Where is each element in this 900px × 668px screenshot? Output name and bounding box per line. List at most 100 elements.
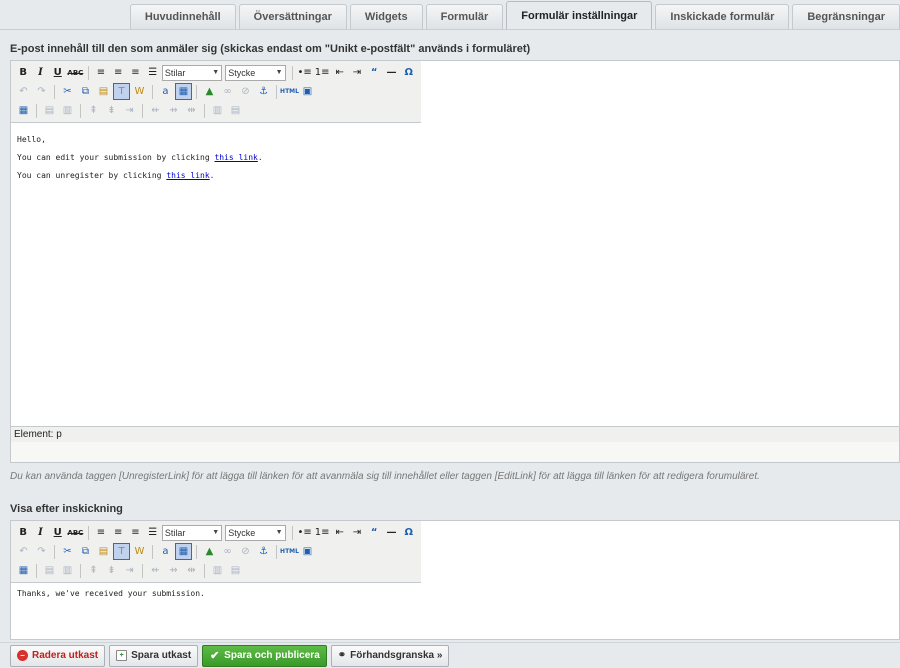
cut-icon[interactable]: ✂: [59, 543, 76, 560]
insert-image-icon[interactable]: ▲: [201, 83, 218, 100]
html-source-icon[interactable]: HTML: [280, 543, 299, 560]
html-source-icon[interactable]: HTML: [280, 83, 299, 100]
special-char-icon[interactable]: Ω: [401, 524, 417, 541]
indent-icon[interactable]: ⇥: [349, 524, 365, 541]
undo-icon[interactable]: ↶: [15, 83, 32, 100]
paste-word-icon[interactable]: W: [131, 543, 148, 560]
split-cells-icon[interactable]: ▥: [209, 102, 226, 119]
insert-col-before-icon[interactable]: ⇷: [147, 562, 164, 579]
undo-icon[interactable]: ↶: [15, 543, 32, 560]
format-select[interactable]: Stycke ▼: [225, 524, 286, 541]
tab-widgets[interactable]: Widgets: [349, 4, 423, 29]
unlink-icon[interactable]: ⊘: [237, 543, 254, 560]
after-submit-textarea[interactable]: Thanks, we've received your submission.: [11, 583, 899, 613]
tab-form-settings[interactable]: Formulär inställningar: [506, 1, 653, 29]
copy-icon[interactable]: ⧉: [77, 83, 94, 100]
redo-icon[interactable]: ↷: [33, 543, 50, 560]
outdent-icon[interactable]: ⇤: [332, 524, 348, 541]
paste-text-icon[interactable]: T: [113, 543, 130, 560]
horizontal-rule-icon[interactable]: —: [383, 524, 399, 541]
special-char-icon[interactable]: Ω: [401, 64, 417, 81]
table-cell-props-icon[interactable]: ▥: [59, 562, 76, 579]
bold-button[interactable]: B: [15, 64, 31, 81]
merge-cells-icon[interactable]: ▤: [227, 562, 244, 579]
horizontal-rule-icon[interactable]: —: [383, 64, 399, 81]
insert-col-after-icon[interactable]: ⇸: [165, 102, 182, 119]
email-content-textarea[interactable]: Hello, You can edit your submission by c…: [11, 123, 899, 426]
numbered-list-icon[interactable]: 1≡: [314, 524, 331, 541]
strikethrough-button[interactable]: ABC: [67, 64, 84, 81]
table-row-props-icon[interactable]: ▤: [41, 102, 58, 119]
bullet-list-icon[interactable]: •≡: [296, 64, 312, 81]
unregister-link[interactable]: this link: [166, 171, 209, 180]
styles-select[interactable]: Stilar ▼: [161, 524, 223, 541]
delete-col-icon[interactable]: ⇹: [183, 102, 200, 119]
table-row-props-icon[interactable]: ▤: [41, 562, 58, 579]
insert-row-after-icon[interactable]: ⇟: [103, 562, 120, 579]
align-right-icon[interactable]: ≡: [127, 64, 143, 81]
redo-icon[interactable]: ↷: [33, 83, 50, 100]
anchor-icon[interactable]: ⚓: [255, 543, 272, 560]
table-cell-props-icon[interactable]: ▥: [59, 102, 76, 119]
underline-button[interactable]: U: [50, 64, 66, 81]
select-all-icon[interactable]: a: [157, 83, 174, 100]
edit-link[interactable]: this link: [214, 153, 257, 162]
outdent-icon[interactable]: ⇤: [332, 64, 348, 81]
bold-button[interactable]: B: [15, 524, 31, 541]
insert-col-before-icon[interactable]: ⇷: [147, 102, 164, 119]
paste-icon[interactable]: ▤: [95, 543, 112, 560]
blockquote-icon[interactable]: “: [366, 524, 382, 541]
tab-restrictions[interactable]: Begränsningar: [792, 4, 900, 29]
italic-button[interactable]: I: [32, 64, 48, 81]
align-center-icon[interactable]: ≡: [110, 64, 126, 81]
table-icon[interactable]: ▦: [15, 102, 32, 119]
select-all-icon[interactable]: a: [157, 543, 174, 560]
underline-button[interactable]: U: [50, 524, 66, 541]
align-left-icon[interactable]: ≡: [93, 64, 109, 81]
link-icon[interactable]: ∞: [219, 543, 236, 560]
align-justify-icon[interactable]: ☰: [145, 524, 161, 541]
split-cells-icon[interactable]: ▥: [209, 562, 226, 579]
visual-aid-icon[interactable]: ▦: [175, 543, 192, 560]
fullscreen-icon[interactable]: ▣: [299, 83, 316, 100]
format-select[interactable]: Stycke ▼: [225, 64, 286, 81]
insert-row-before-icon[interactable]: ⇞: [85, 562, 102, 579]
paste-text-icon[interactable]: T: [113, 83, 130, 100]
align-justify-icon[interactable]: ☰: [145, 64, 161, 81]
delete-draft-button[interactable]: − Radera utkast: [10, 644, 106, 667]
delete-col-icon[interactable]: ⇹: [183, 562, 200, 579]
link-icon[interactable]: ∞: [219, 83, 236, 100]
cut-icon[interactable]: ✂: [59, 83, 76, 100]
visual-aid-icon[interactable]: ▦: [175, 83, 192, 100]
blockquote-icon[interactable]: “: [366, 64, 382, 81]
tab-translations[interactable]: Översättningar: [238, 4, 347, 29]
paste-word-icon[interactable]: W: [131, 83, 148, 100]
tab-main-content[interactable]: Huvudinnehåll: [129, 4, 236, 29]
preview-button[interactable]: ⚭ Förhandsgranska »: [330, 644, 450, 667]
indent-icon[interactable]: ⇥: [349, 64, 365, 81]
styles-select[interactable]: Stilar ▼: [161, 64, 223, 81]
insert-row-before-icon[interactable]: ⇞: [85, 102, 102, 119]
delete-row-icon[interactable]: ⇥: [121, 562, 138, 579]
strikethrough-button[interactable]: ABC: [67, 524, 84, 541]
bullet-list-icon[interactable]: •≡: [296, 524, 312, 541]
insert-col-after-icon[interactable]: ⇸: [165, 562, 182, 579]
align-center-icon[interactable]: ≡: [110, 524, 126, 541]
copy-icon[interactable]: ⧉: [77, 543, 94, 560]
tab-form[interactable]: Formulär: [425, 4, 504, 29]
editor-resize-area[interactable]: [11, 442, 899, 462]
delete-row-icon[interactable]: ⇥: [121, 102, 138, 119]
save-publish-button[interactable]: ✔ Spara och publicera: [202, 644, 327, 667]
insert-row-after-icon[interactable]: ⇟: [103, 102, 120, 119]
numbered-list-icon[interactable]: 1≡: [314, 64, 331, 81]
align-left-icon[interactable]: ≡: [93, 524, 109, 541]
tab-submitted-forms[interactable]: Inskickade formulär: [655, 4, 790, 29]
merge-cells-icon[interactable]: ▤: [227, 102, 244, 119]
italic-button[interactable]: I: [32, 524, 48, 541]
paste-icon[interactable]: ▤: [95, 83, 112, 100]
insert-image-icon[interactable]: ▲: [201, 543, 218, 560]
table-icon[interactable]: ▦: [15, 562, 32, 579]
save-draft-button[interactable]: + Spara utkast: [109, 644, 199, 667]
unlink-icon[interactable]: ⊘: [237, 83, 254, 100]
align-right-icon[interactable]: ≡: [127, 524, 143, 541]
